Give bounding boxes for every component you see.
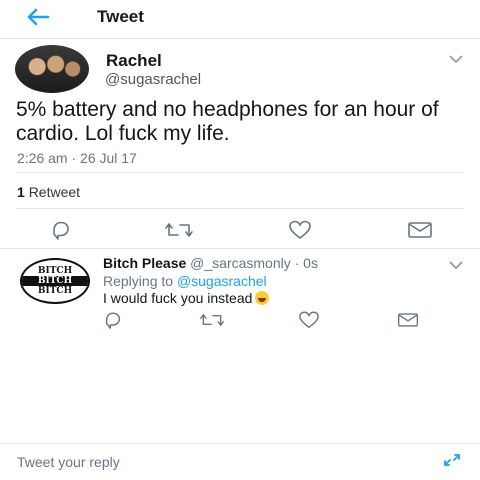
tweet-text: 5% battery and no headphones for an hour… [16, 98, 439, 145]
back-arrow-icon[interactable] [26, 8, 50, 26]
retweet-label: Retweet [28, 184, 81, 200]
replying-prefix: Replying to [103, 273, 174, 289]
author-handle[interactable]: @sugasrachel [105, 71, 201, 88]
like-icon[interactable] [297, 310, 321, 330]
top-bar: Tweet [0, 0, 480, 39]
reply-author-handle[interactable]: @_sarcasmonly [190, 255, 291, 271]
reply-compose-input[interactable]: Tweet your reply [17, 454, 120, 470]
divider [0, 248, 480, 249]
expand-icon[interactable] [442, 452, 462, 468]
tweet-actions [0, 217, 480, 243]
replying-to: Replying to @sugasrachel [103, 273, 267, 289]
grinning-emoji-icon [255, 291, 270, 305]
avatar-text: BITCH [37, 286, 73, 296]
mention-link[interactable]: @sugasrachel [177, 273, 267, 289]
author-name[interactable]: Rachel [106, 51, 162, 71]
divider [16, 208, 464, 209]
retweet-stats[interactable]: 1 Retweet [17, 184, 80, 200]
message-icon[interactable] [407, 220, 433, 240]
reply-text: I would fuck you instead [103, 290, 270, 306]
reply-author-name[interactable]: Bitch Please [103, 255, 186, 271]
chevron-down-icon[interactable] [448, 54, 464, 64]
chevron-down-icon[interactable] [448, 260, 464, 270]
retweet-count: 1 [17, 184, 25, 200]
like-icon[interactable] [287, 219, 313, 241]
retweet-icon[interactable] [199, 310, 225, 330]
reply-actions [0, 308, 480, 334]
retweet-icon[interactable] [164, 219, 194, 241]
reply-text-content: I would fuck you instead [103, 290, 253, 306]
reply-header: Bitch Please @_sarcasmonly · 0s [103, 255, 318, 271]
avatar-text: BITCH [22, 276, 88, 286]
avatar[interactable] [15, 45, 89, 93]
reply-icon[interactable] [103, 310, 123, 330]
reply-icon[interactable] [50, 219, 72, 241]
avatar-text: BITCH [37, 266, 73, 276]
divider [0, 443, 480, 444]
reply-time: · 0s [294, 255, 318, 271]
tweet-timestamp[interactable]: 2:26 am · 26 Jul 17 [17, 150, 137, 166]
divider [16, 172, 464, 173]
reply-avatar[interactable]: BITCH BITCH BITCH [20, 258, 90, 304]
message-icon[interactable] [397, 311, 419, 329]
page-title: Tweet [97, 7, 144, 26]
